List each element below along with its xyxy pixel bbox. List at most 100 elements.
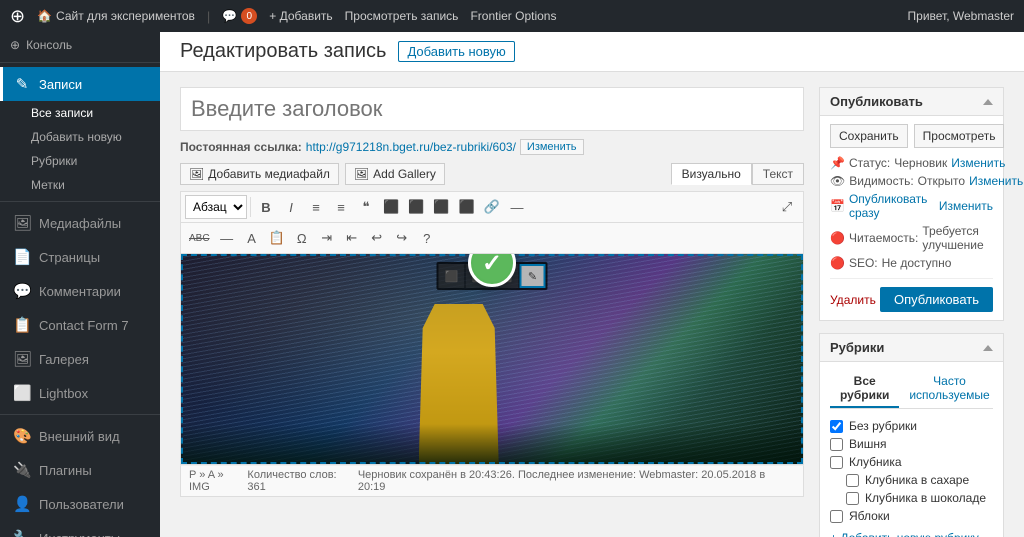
sidebar-item-comments[interactable]: 💬 Комментарии bbox=[0, 274, 160, 308]
sidebar-item-records[interactable]: ✎ Записи bbox=[0, 67, 160, 101]
editor-path: P » A » IMG bbox=[189, 469, 247, 493]
save-draft-btn[interactable]: Сохранить bbox=[830, 124, 908, 148]
align-left-btn[interactable]: ⬛ bbox=[379, 195, 403, 219]
sidebar-item-add-new[interactable]: Добавить новую bbox=[0, 125, 160, 149]
popular-rubrics-tab[interactable]: Часто используемые bbox=[899, 370, 999, 408]
gallery-icon: 🖼 bbox=[13, 350, 31, 368]
wp-logo[interactable]: ⊕ bbox=[10, 6, 25, 27]
special-char-btn[interactable]: Ω bbox=[290, 226, 314, 250]
media-buttons-row: 🖼 Добавить медиафайл 🖼 Add Gallery Визуа… bbox=[180, 163, 804, 185]
editor-statusbar: P » A » IMG Количество слов: 361 Чернови… bbox=[180, 465, 804, 497]
italic-btn[interactable]: I bbox=[279, 195, 303, 219]
color-btn[interactable]: A bbox=[240, 226, 264, 250]
admin-menu: ⊕ Консоль ✎ Записи Все записи Добавить н… bbox=[0, 32, 160, 537]
sidebar-item-lightbox[interactable]: ⬜ Lightbox bbox=[0, 376, 160, 410]
rubrics-collapse-icon[interactable] bbox=[983, 345, 993, 351]
hr-btn[interactable]: — bbox=[215, 226, 239, 250]
gallery-icon-btn: 🖼 bbox=[354, 167, 369, 181]
rubric-check-3[interactable] bbox=[846, 474, 859, 487]
greeting: Привет, Webmaster bbox=[908, 9, 1014, 23]
ordered-list-btn[interactable]: ≡ bbox=[329, 195, 353, 219]
align-justify-btn[interactable]: ⬛ bbox=[455, 195, 479, 219]
img-edit-btn[interactable]: ✎ bbox=[520, 264, 546, 288]
publish-time-change[interactable]: Изменить bbox=[939, 199, 993, 213]
sidebar-item-media[interactable]: 🖼 Медиафайлы bbox=[0, 206, 160, 240]
link-btn[interactable]: 🔗 bbox=[480, 195, 504, 219]
rubric-check-4[interactable] bbox=[846, 492, 859, 505]
all-rubrics-tab[interactable]: Все рубрики bbox=[830, 370, 899, 408]
sidebar-item-tools[interactable]: 🔧 Инструменты bbox=[0, 521, 160, 537]
fullscreen-btn[interactable]: ⤢ bbox=[775, 195, 799, 219]
view-post-link[interactable]: Просмотреть запись bbox=[345, 9, 459, 23]
help-btn[interactable]: ? bbox=[415, 226, 439, 250]
frontier-options[interactable]: Frontier Options bbox=[470, 9, 556, 23]
add-new-post-link[interactable]: Добавить новую bbox=[398, 41, 514, 62]
sidebar-item-all-records[interactable]: Все записи bbox=[0, 101, 160, 125]
sidebar-item-gallery[interactable]: 🖼 Галерея bbox=[0, 342, 160, 376]
sidebar-item-pages[interactable]: 📄 Страницы bbox=[0, 240, 160, 274]
more-btn[interactable]: — bbox=[505, 195, 529, 219]
visibility-change-link[interactable]: Изменить bbox=[969, 174, 1023, 188]
undo-btn[interactable]: ↩ bbox=[365, 226, 389, 250]
post-title-input[interactable] bbox=[180, 87, 804, 131]
paste-text-btn[interactable]: 📋 bbox=[265, 226, 289, 250]
text-tab[interactable]: Текст bbox=[752, 163, 804, 185]
visibility-row: 👁 Видимость: Открыто Изменить bbox=[830, 174, 993, 188]
sidebar-item-appearance[interactable]: 🎨 Внешний вид bbox=[0, 419, 160, 453]
align-right-btn[interactable]: ⬛ bbox=[429, 195, 453, 219]
sidebar-item-contact-form[interactable]: 📋 Contact Form 7 bbox=[0, 308, 160, 342]
rubric-check-1[interactable] bbox=[830, 438, 843, 451]
publish-time-link[interactable]: Опубликовать сразу bbox=[849, 192, 935, 220]
redo-btn[interactable]: ↪ bbox=[390, 226, 414, 250]
outdent-btn[interactable]: ⇤ bbox=[340, 226, 364, 250]
media-icon-btn: 🖼 bbox=[189, 167, 204, 181]
add-new-link[interactable]: + Добавить bbox=[269, 9, 332, 23]
page-header: Редактировать запись Добавить новую bbox=[160, 32, 1024, 72]
readability-row: 🔴 Читаемость: Требуется улучшение bbox=[830, 224, 993, 252]
status-row: 📌 Статус: Черновик Изменить bbox=[830, 156, 993, 170]
rubric-check-2[interactable] bbox=[830, 456, 843, 469]
editor-sidebar: Опубликовать Сохранить Просмотреть 📌 Ста… bbox=[819, 87, 1004, 537]
bold-btn[interactable]: B bbox=[254, 195, 278, 219]
rubric-item-4: Клубника в шоколаде bbox=[830, 489, 993, 507]
publish-actions: Удалить Опубликовать bbox=[830, 278, 993, 312]
editor-content[interactable]: ⬛ ⬛ ⬛ ✎ ✓ bbox=[180, 253, 804, 465]
add-gallery-btn[interactable]: 🖼 Add Gallery bbox=[345, 163, 445, 185]
editor-wrap: Постоянная ссылка: http://g971218n.bget.… bbox=[160, 72, 1024, 537]
blockquote-btn[interactable]: ❝ bbox=[354, 195, 378, 219]
sidebar-item-plugins[interactable]: 🔌 Плагины bbox=[0, 453, 160, 487]
publish-btn[interactable]: Опубликовать bbox=[880, 287, 993, 312]
cf-icon: 📋 bbox=[13, 316, 31, 334]
sidebar-item-users[interactable]: 👤 Пользователи bbox=[0, 487, 160, 521]
media-icon: 🖼 bbox=[13, 214, 31, 232]
menu-divider-2 bbox=[0, 201, 160, 202]
comments-icon: 💬 bbox=[13, 282, 31, 300]
add-rubric-link[interactable]: + Добавить новую рубрику bbox=[830, 531, 993, 537]
indent-btn[interactable]: ⇥ bbox=[315, 226, 339, 250]
visual-tab[interactable]: Визуально bbox=[671, 163, 752, 185]
delete-link[interactable]: Удалить bbox=[830, 293, 876, 307]
site-name[interactable]: 🏠 Сайт для экспериментов bbox=[37, 9, 195, 23]
sidebar-item-tags[interactable]: Метки bbox=[0, 173, 160, 197]
status-change-link[interactable]: Изменить bbox=[951, 156, 1005, 170]
unordered-list-btn[interactable]: ≡ bbox=[304, 195, 328, 219]
img-align-left-btn[interactable]: ⬛ bbox=[439, 264, 465, 288]
permalink-url[interactable]: http://g971218n.bget.ru/bez-rubriki/603/ bbox=[306, 140, 516, 154]
konsole-link[interactable]: ⊕ Консоль bbox=[0, 32, 160, 58]
sidebar-item-rubrics[interactable]: Рубрики bbox=[0, 149, 160, 173]
permalink-change-btn[interactable]: Изменить bbox=[520, 139, 584, 155]
rubric-check-0[interactable] bbox=[830, 420, 843, 433]
add-media-btn[interactable]: 🖼 Добавить медиафайл bbox=[180, 163, 339, 185]
publish-collapse-icon[interactable] bbox=[983, 99, 993, 105]
preview-btn[interactable]: Просмотреть bbox=[914, 124, 1005, 148]
save-info: Черновик сохранён в 20:43:26. Последнее … bbox=[358, 469, 795, 493]
strikethrough-btn[interactable]: ABC bbox=[185, 226, 214, 250]
tinymce-toolbar-2: ABC — A 📋 Ω ⇥ ⇤ ↩ ↪ ? bbox=[180, 222, 804, 253]
format-select[interactable]: Абзац bbox=[185, 195, 247, 219]
seo-row: 🔴 SEO: Не доступно bbox=[830, 256, 993, 270]
align-center-btn[interactable]: ⬛ bbox=[404, 195, 428, 219]
main-content: Редактировать запись Добавить новую Пост… bbox=[160, 32, 1024, 537]
comments-link[interactable]: 💬 0 bbox=[222, 8, 257, 24]
rubric-check-5[interactable] bbox=[830, 510, 843, 523]
permalink-row: Постоянная ссылка: http://g971218n.bget.… bbox=[180, 139, 804, 155]
